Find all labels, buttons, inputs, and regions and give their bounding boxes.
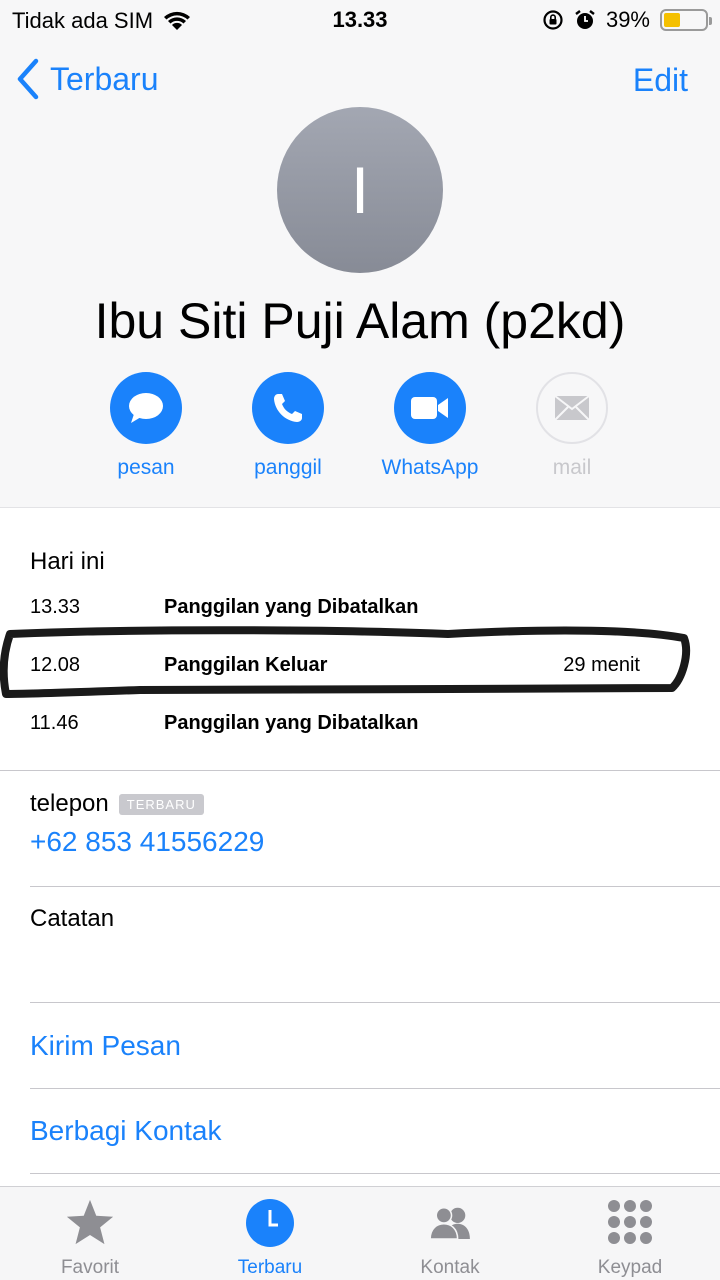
call-type: Panggilan Keluar — [164, 654, 328, 676]
section-divider — [30, 1002, 720, 1003]
mail-action-label: mail — [552, 456, 592, 479]
message-action[interactable]: pesan — [76, 372, 216, 480]
call-action-label: panggil — [254, 456, 322, 479]
tab-keypad[interactable]: Keypad — [540, 1187, 720, 1280]
chevron-left-icon — [17, 58, 39, 100]
whatsapp-action[interactable]: WhatsApp — [360, 372, 500, 480]
recents-title: Hari ini — [30, 548, 105, 575]
call-duration: 29 menit — [563, 654, 640, 676]
alarm-icon — [575, 10, 595, 29]
message-icon — [129, 393, 163, 423]
star-icon — [64, 1197, 116, 1249]
tab-contacts[interactable]: Kontak — [360, 1187, 540, 1280]
video-icon — [411, 397, 448, 419]
tab-favorites[interactable]: Favorit — [0, 1187, 180, 1280]
clock-icon — [244, 1197, 296, 1249]
phone-label-row: telepon TERBARU — [30, 790, 204, 818]
call-action[interactable]: panggil — [218, 372, 358, 480]
call-button[interactable] — [252, 372, 324, 444]
rotation-lock-icon — [543, 10, 563, 30]
section-divider — [30, 1173, 720, 1174]
call-time: 12.08 — [30, 654, 81, 676]
battery-icon — [660, 9, 712, 31]
call-type: Panggilan yang Dibatalkan — [164, 712, 419, 734]
notes-field[interactable]: Catatan — [30, 905, 114, 933]
message-action-label: pesan — [117, 456, 175, 479]
back-label: Terbaru — [50, 60, 159, 97]
avatar: I — [277, 107, 443, 273]
message-button[interactable] — [110, 372, 182, 444]
battery-percent: 39% — [605, 7, 650, 32]
tab-recents[interactable]: Terbaru — [180, 1187, 360, 1280]
call-row: 12.08 Panggilan Keluar 29 menit — [30, 654, 640, 684]
recent-badge: TERBARU — [118, 793, 204, 815]
tab-label: Terbaru — [237, 1257, 303, 1278]
back-button[interactable]: Terbaru — [16, 58, 159, 100]
mail-button[interactable] — [536, 372, 608, 444]
section-divider — [30, 886, 720, 887]
phone-icon — [274, 394, 302, 422]
call-time: 11.46 — [30, 712, 79, 734]
mail-action[interactable]: mail — [502, 372, 642, 480]
whatsapp-button[interactable] — [394, 372, 466, 444]
contact-header: Terbaru Edit I Ibu Siti Puji Alam (p2kd)… — [0, 40, 720, 508]
status-right: 39% — [542, 7, 712, 33]
contacts-icon — [424, 1197, 476, 1249]
tab-bar: Favorit Terbaru Kontak Keypad — [0, 1186, 720, 1280]
section-divider — [0, 770, 720, 771]
phone-label: telepon — [30, 790, 109, 817]
keypad-icon — [604, 1197, 656, 1249]
tab-label: Kontak — [420, 1257, 480, 1278]
status-bar: Tidak ada SIM 13.33 39% — [0, 0, 720, 40]
phone-number-link[interactable]: +62 853 41556229 — [30, 826, 264, 858]
call-type: Panggilan yang Dibatalkan — [164, 596, 419, 618]
share-contact-link[interactable]: Berbagi Kontak — [30, 1115, 221, 1147]
whatsapp-action-label: WhatsApp — [381, 456, 479, 479]
call-time: 13.33 — [30, 596, 81, 618]
call-row: 11.46 Panggilan yang Dibatalkan — [30, 712, 640, 742]
mail-icon — [554, 395, 590, 421]
section-divider — [30, 1088, 720, 1089]
tab-label: Keypad — [597, 1257, 663, 1278]
edit-button[interactable]: Edit — [633, 62, 688, 99]
contact-name: Ibu Siti Puji Alam (p2kd) — [94, 293, 626, 349]
send-message-link[interactable]: Kirim Pesan — [30, 1030, 181, 1062]
call-row: 13.33 Panggilan yang Dibatalkan — [30, 596, 640, 626]
battery-level-fill — [664, 13, 680, 27]
tab-label: Favorit — [60, 1257, 120, 1278]
